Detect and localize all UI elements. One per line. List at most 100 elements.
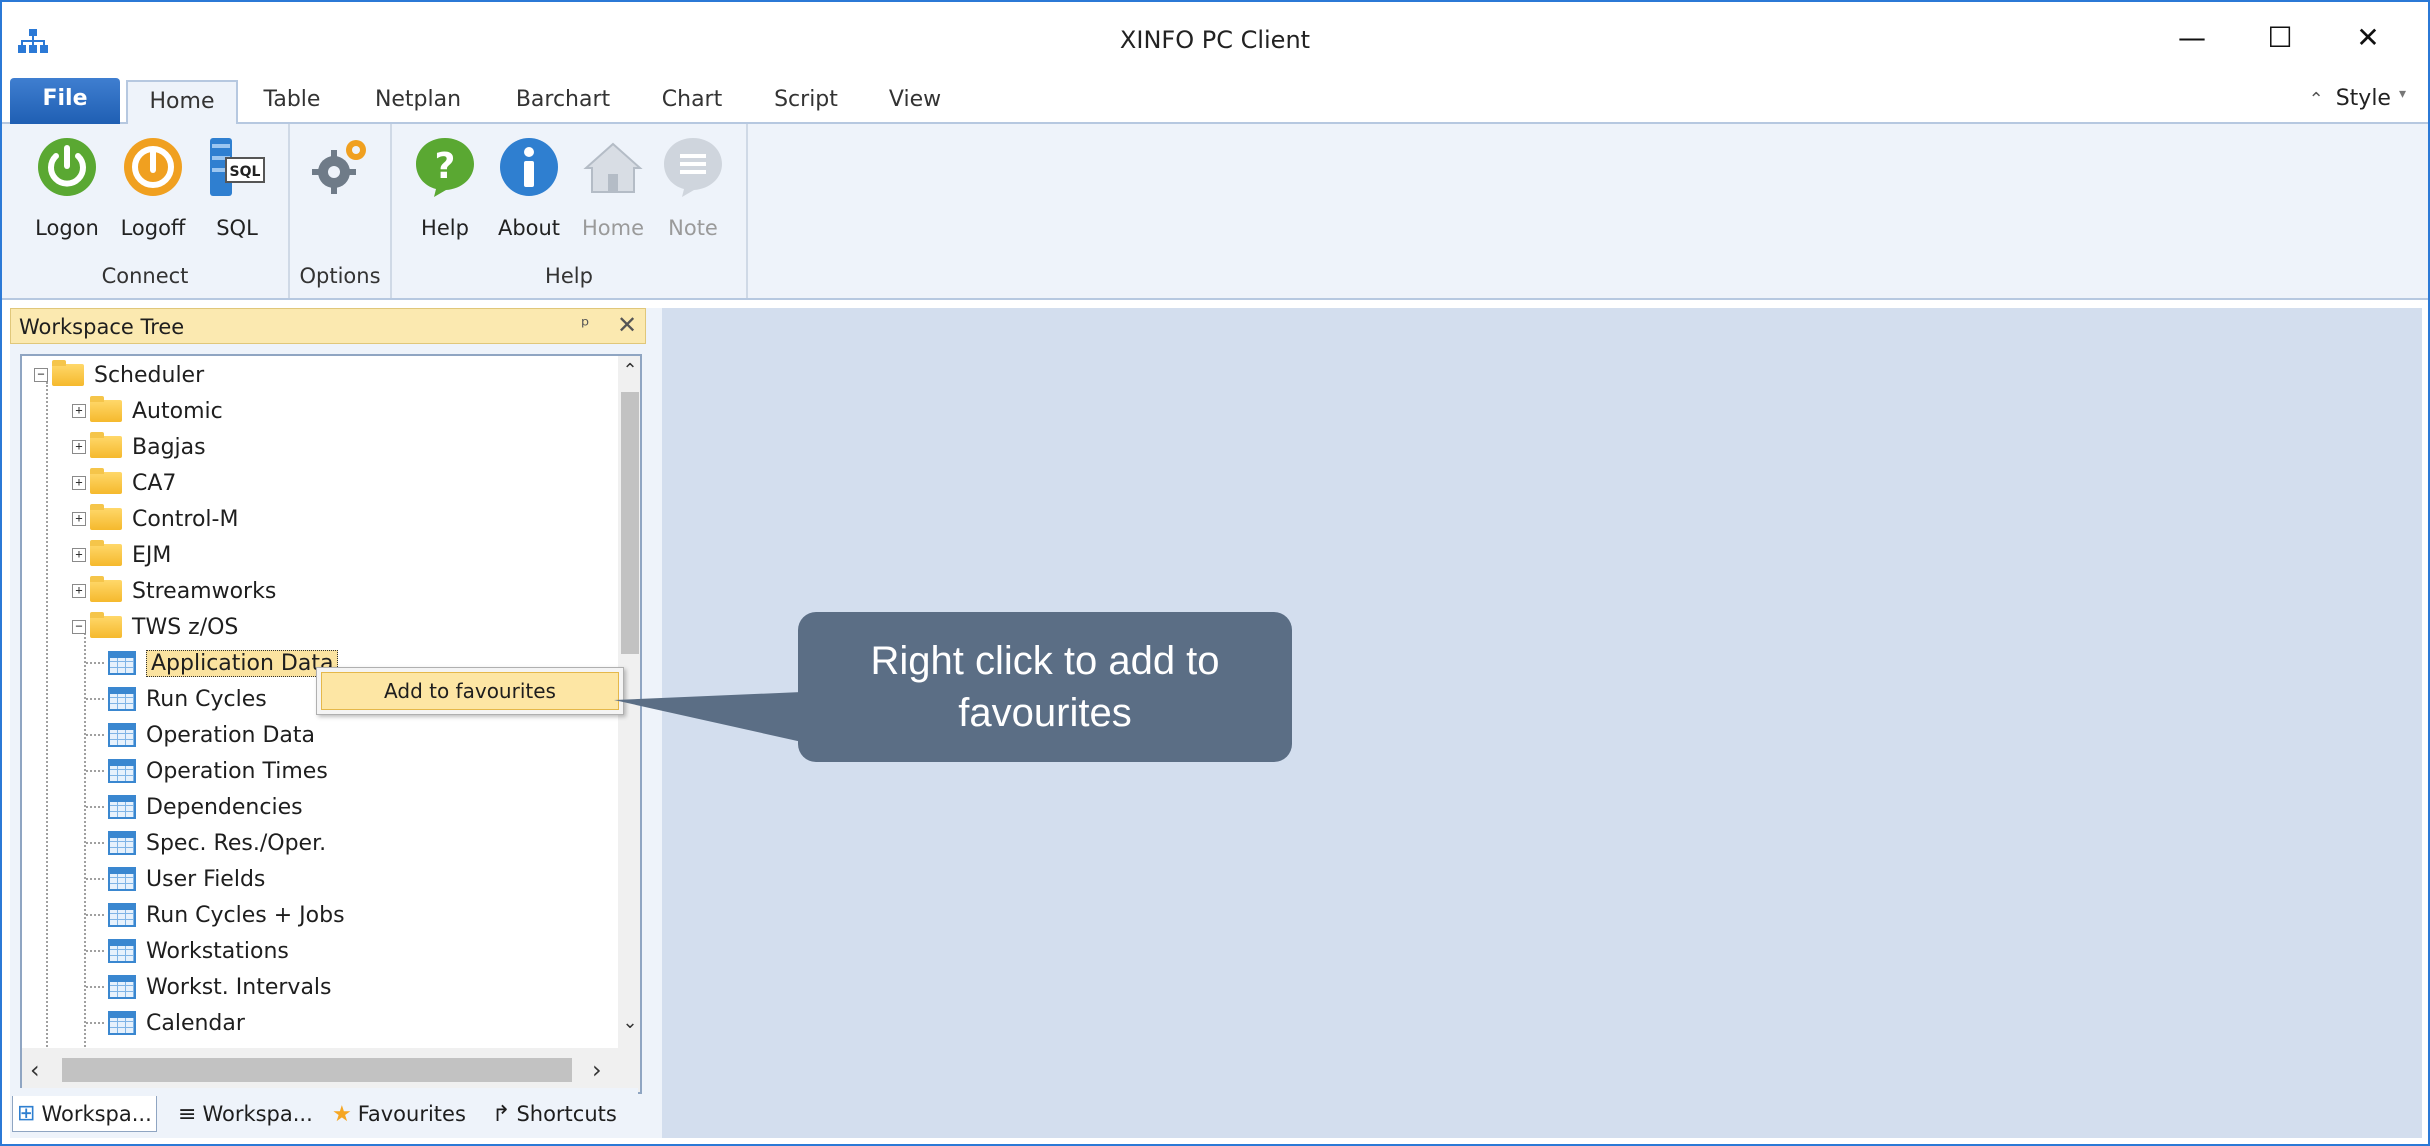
style-dropdown[interactable]: ⌃ Style ▾ — [2309, 86, 2406, 111]
help-group-label: Help — [545, 264, 593, 288]
logoff-button[interactable]: Logoff — [114, 136, 192, 240]
home-icon — [583, 142, 643, 193]
context-menu: Add to favourites — [316, 667, 624, 715]
logoff-label: Logoff — [120, 216, 186, 240]
expand-icon[interactable]: + — [72, 548, 86, 562]
tree-node-control-m[interactable]: + Control-M — [72, 502, 238, 536]
tree-leaf-run-cycles-jobs[interactable]: Run Cycles + Jobs — [86, 898, 345, 932]
home-label: Home — [581, 216, 644, 240]
expand-icon[interactable]: + — [72, 476, 86, 490]
tree-guide-line — [46, 382, 48, 1082]
about-button[interactable]: About — [490, 136, 568, 240]
tree-leaf-spec-res-oper[interactable]: Spec. Res./Oper. — [86, 826, 326, 860]
home-button[interactable]: Home — [574, 136, 652, 240]
note-icon — [664, 138, 722, 197]
close-button[interactable]: ✕ — [2338, 16, 2398, 60]
tree-leaf-user-fields[interactable]: User Fields — [86, 862, 265, 896]
minimize-button[interactable]: — — [2162, 16, 2222, 60]
power-on-icon — [38, 138, 96, 196]
tab-view[interactable]: View — [880, 80, 950, 126]
tab-chart[interactable]: Chart — [654, 80, 730, 126]
table-icon — [108, 1011, 136, 1035]
table-icon — [108, 975, 136, 999]
folder-icon — [90, 576, 122, 602]
svg-text:?: ? — [435, 146, 456, 187]
options-group-label: Options — [299, 264, 381, 288]
expand-icon[interactable]: + — [72, 512, 86, 526]
tree-node-tws-zos[interactable]: − TWS z/OS — [72, 610, 238, 644]
scroll-right-icon[interactable]: › — [592, 1056, 602, 1084]
folder-icon — [52, 360, 84, 386]
tree-node-bagjas[interactable]: + Bagjas — [72, 430, 206, 464]
tree-leaf-operation-times[interactable]: Operation Times — [86, 754, 328, 788]
tree-node-label: Application Data — [146, 649, 339, 677]
logon-button[interactable]: Logon — [28, 136, 106, 240]
tab-workspace-tree[interactable]: ⊞ Workspa... — [12, 1096, 157, 1132]
ribbon-tab-row: File Home Table Netplan Barchart Chart S… — [2, 74, 2428, 126]
tree-leaf-workstations[interactable]: Workstations — [86, 934, 289, 968]
tree-node-ca7[interactable]: + CA7 — [72, 466, 176, 500]
add-to-favourites-menu-item[interactable]: Add to favourites — [321, 672, 619, 710]
note-button[interactable]: Note — [654, 136, 732, 240]
expand-icon[interactable]: + — [72, 440, 86, 454]
tree-leaf-dependencies[interactable]: Dependencies — [86, 790, 303, 824]
options-button[interactable] — [302, 136, 380, 204]
tree-node-ejm[interactable]: + EJM — [72, 538, 171, 572]
tree-node-label: Calendar — [146, 1010, 245, 1036]
scroll-left-icon[interactable]: ‹ — [30, 1056, 40, 1084]
note-label: Note — [668, 216, 718, 240]
tree-leaf-workst-intervals[interactable]: Workst. Intervals — [86, 970, 332, 1004]
tree-connector — [86, 878, 104, 880]
shortcut-arrow-icon: ↱ — [492, 1101, 511, 1127]
tab-table[interactable]: Table — [252, 80, 332, 126]
tree-connector — [86, 734, 104, 736]
tab-file[interactable]: File — [10, 78, 120, 124]
tree-node-streamworks[interactable]: + Streamworks — [72, 574, 276, 608]
tab-script[interactable]: Script — [768, 80, 844, 126]
scroll-down-icon[interactable]: ⌄ — [618, 1012, 640, 1033]
table-icon — [108, 651, 136, 675]
tab-shortcuts[interactable]: ↱ Shortcuts — [492, 1096, 617, 1132]
tab-workspace-list[interactable]: ≡ Workspa... — [178, 1096, 313, 1132]
scroll-up-icon[interactable]: ⌃ — [618, 360, 640, 381]
help-button[interactable]: ? Help — [406, 136, 484, 240]
close-icon[interactable]: ✕ — [617, 311, 637, 339]
pin-icon[interactable]: ᵖ — [581, 313, 590, 337]
scrollbar-thumb[interactable] — [62, 1058, 572, 1082]
table-icon — [108, 723, 136, 747]
tree-leaf-application-data[interactable]: Application Data — [86, 646, 339, 680]
tree-connector — [86, 698, 104, 700]
scrollbar-thumb[interactable] — [621, 392, 639, 654]
folder-icon — [90, 432, 122, 458]
horizontal-scrollbar[interactable]: ‹ › — [22, 1048, 640, 1092]
tab-home[interactable]: Home — [126, 80, 238, 126]
panel-splitter[interactable] — [646, 308, 662, 1138]
tree-leaf-calendar[interactable]: Calendar — [86, 1006, 245, 1040]
list-icon: ≡ — [178, 1101, 197, 1127]
tree-node-scheduler[interactable]: − Scheduler — [34, 358, 204, 392]
tab-favourites[interactable]: ★ Favourites — [332, 1096, 466, 1132]
collapse-icon[interactable]: − — [34, 368, 48, 382]
connect-group-label: Connect — [101, 264, 189, 288]
ribbon-group-help: ? Help About Home Note Help — [392, 124, 748, 298]
table-icon — [108, 687, 136, 711]
svg-text:SQL: SQL — [230, 164, 261, 180]
collapse-icon[interactable]: − — [72, 620, 86, 634]
tree-connector — [86, 770, 104, 772]
sql-button[interactable]: SQL SQL — [198, 136, 276, 240]
expand-icon[interactable]: + — [72, 584, 86, 598]
tree-node-automic[interactable]: + Automic — [72, 394, 223, 428]
tree-leaf-run-cycles[interactable]: Run Cycles — [86, 682, 267, 716]
table-icon — [108, 795, 136, 819]
maximize-button[interactable]: ☐ — [2250, 16, 2310, 60]
expand-icon[interactable]: + — [72, 404, 86, 418]
folder-icon — [90, 396, 122, 422]
tree-connector — [86, 806, 104, 808]
chevron-down-icon: ▾ — [2398, 86, 2406, 102]
panel-title: Workspace Tree — [19, 315, 185, 339]
about-label: About — [497, 216, 561, 240]
tree-connector — [86, 914, 104, 916]
tree-leaf-operation-data[interactable]: Operation Data — [86, 718, 315, 752]
tab-barchart[interactable]: Barchart — [508, 80, 618, 126]
tab-netplan[interactable]: Netplan — [368, 80, 468, 126]
